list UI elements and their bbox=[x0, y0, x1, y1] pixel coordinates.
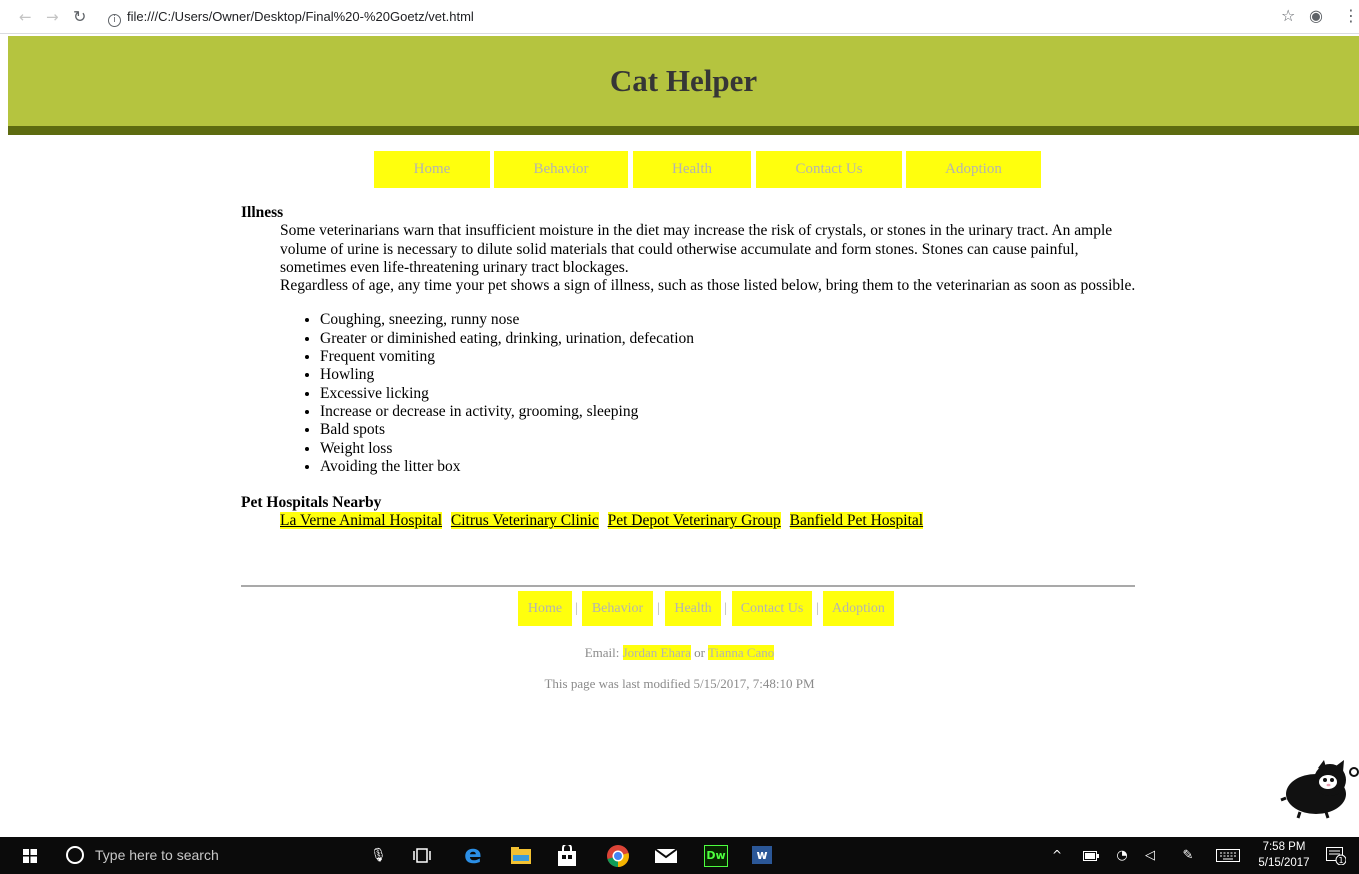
clock-time: 7:58 PM bbox=[1262, 841, 1306, 853]
url-text: file:///C:/Users/Owner/Desktop/Final%20-… bbox=[127, 9, 474, 24]
edge-browser-icon[interactable]: e bbox=[460, 837, 486, 874]
word-icon[interactable]: w bbox=[752, 846, 772, 864]
illness-heading: Illness bbox=[241, 204, 284, 221]
taskbar-clock[interactable]: 7:58 PM 5/15/2017 bbox=[1254, 839, 1314, 871]
list-item: Greater or diminished eating, drinking, … bbox=[320, 330, 1141, 348]
footer-separator: | bbox=[724, 601, 727, 616]
illness-paragraph-2: Regardless of age, any time your pet sho… bbox=[280, 277, 1136, 295]
footer-nav-health[interactable]: Health bbox=[665, 591, 721, 626]
footer-separator: | bbox=[575, 601, 578, 616]
list-item: Coughing, sneezing, runny nose bbox=[320, 311, 1141, 329]
email-link-jordan[interactable]: Jordan Ehara bbox=[622, 645, 691, 660]
list-item: Frequent vomiting bbox=[320, 348, 1141, 366]
header-rule bbox=[8, 126, 1359, 135]
list-item: Howling bbox=[320, 366, 1141, 384]
show-hidden-icons-chevron-icon[interactable]: ^ bbox=[1050, 837, 1064, 874]
hospitals-heading: Pet Hospitals Nearby bbox=[241, 494, 382, 512]
menu-dots-icon[interactable]: ⋮ bbox=[1343, 7, 1359, 25]
extension-icon[interactable]: ◉ bbox=[1309, 7, 1323, 25]
battery-icon[interactable] bbox=[1083, 851, 1099, 861]
touch-keyboard-icon[interactable] bbox=[1216, 849, 1240, 862]
nav-home[interactable]: Home bbox=[374, 151, 490, 188]
wifi-icon[interactable]: ◔ bbox=[1113, 837, 1131, 874]
list-item: Avoiding the litter box bbox=[320, 458, 1141, 476]
reload-icon[interactable]: ↻ bbox=[73, 8, 86, 26]
notification-count: 1 bbox=[1338, 856, 1343, 865]
site-title: Cat Helper bbox=[609, 63, 758, 98]
action-center-icon[interactable]: 1 bbox=[1326, 847, 1346, 865]
volume-icon[interactable]: ◁ bbox=[1141, 837, 1159, 874]
illness-paragraph-1: Some veterinarians warn that insufficien… bbox=[280, 222, 1113, 276]
nav-contact-us[interactable]: Contact Us bbox=[756, 151, 902, 188]
footer-email: Email: Jordan Ehara or Tianna Cano bbox=[0, 645, 1359, 661]
footer-nav-behavior[interactable]: Behavior bbox=[582, 591, 653, 626]
list-item: Bald spots bbox=[320, 421, 1141, 439]
hospital-link-citrus[interactable]: Citrus Veterinary Clinic bbox=[450, 512, 599, 530]
list-item: Weight loss bbox=[320, 440, 1141, 458]
back-arrow-icon[interactable]: ← bbox=[19, 8, 32, 26]
last-modified: This page was last modified 5/15/2017, 7… bbox=[544, 676, 815, 691]
taskbar-search-box[interactable]: Type here to search bbox=[55, 837, 365, 874]
cortana-icon bbox=[66, 846, 84, 864]
footer-separator: | bbox=[816, 601, 819, 616]
windows-start-icon[interactable] bbox=[23, 849, 37, 863]
footer-nav-adoption[interactable]: Adoption bbox=[823, 591, 894, 626]
main-content: Illness Some veterinarians warn that ins… bbox=[241, 204, 1141, 531]
info-icon[interactable]: i bbox=[108, 14, 121, 27]
hospital-links: La Verne Animal Hospital Citrus Veterina… bbox=[280, 512, 1141, 530]
footer-divider bbox=[241, 585, 1135, 587]
nav-health[interactable]: Health bbox=[633, 151, 751, 188]
address-bar[interactable]: i file:///C:/Users/Owner/Desktop/Final%20… bbox=[108, 6, 1258, 28]
nav-adoption[interactable]: Adoption bbox=[906, 151, 1041, 188]
search-placeholder: Type here to search bbox=[95, 847, 219, 863]
taskbar: Type here to search 🎙 e Dw w ^ ◔ ◁ ✎ 7:5… bbox=[0, 837, 1359, 874]
list-item: Increase or decrease in activity, groomi… bbox=[320, 403, 1141, 421]
file-explorer-icon[interactable] bbox=[511, 847, 531, 864]
bookmark-star-icon[interactable]: ☆ bbox=[1281, 7, 1295, 25]
dreamweaver-icon[interactable]: Dw bbox=[704, 845, 728, 867]
symptom-list: Coughing, sneezing, runny nose Greater o… bbox=[241, 311, 1141, 476]
top-nav: Home Behavior Health Contact Us Adoption bbox=[0, 151, 1359, 188]
list-item: Excessive licking bbox=[320, 385, 1141, 403]
store-icon[interactable] bbox=[557, 845, 577, 866]
clock-date: 5/15/2017 bbox=[1258, 857, 1310, 869]
mail-icon[interactable] bbox=[654, 848, 678, 864]
email-or: or bbox=[694, 645, 705, 660]
footer-nav-contact-us[interactable]: Contact Us bbox=[732, 591, 812, 626]
chrome-icon[interactable] bbox=[606, 844, 630, 868]
footer-nav: Home | Behavior | Health | Contact Us | … bbox=[0, 591, 1359, 626]
pen-ink-icon[interactable]: ✎ bbox=[1179, 837, 1197, 874]
hospital-link-banfield[interactable]: Banfield Pet Hospital bbox=[789, 512, 924, 530]
forward-arrow-icon[interactable]: → bbox=[46, 8, 59, 26]
email-link-tianna[interactable]: Tianna Cano bbox=[707, 645, 775, 660]
hospital-link-la-verne[interactable]: La Verne Animal Hospital bbox=[280, 512, 443, 530]
email-label: Email: bbox=[584, 645, 620, 660]
browser-toolbar: ← → ↻ i file:///C:/Users/Owner/Desktop/Fi… bbox=[0, 0, 1359, 34]
cat-mascot-icon bbox=[1280, 760, 1359, 819]
footer-separator: | bbox=[657, 601, 660, 616]
hospital-link-pet-depot[interactable]: Pet Depot Veterinary Group bbox=[607, 512, 781, 530]
task-view-icon[interactable] bbox=[413, 848, 431, 863]
site-header: Cat Helper bbox=[8, 36, 1359, 126]
footer-nav-home[interactable]: Home bbox=[518, 591, 572, 626]
microphone-icon[interactable]: 🎙 bbox=[370, 837, 387, 874]
nav-behavior[interactable]: Behavior bbox=[494, 151, 628, 188]
